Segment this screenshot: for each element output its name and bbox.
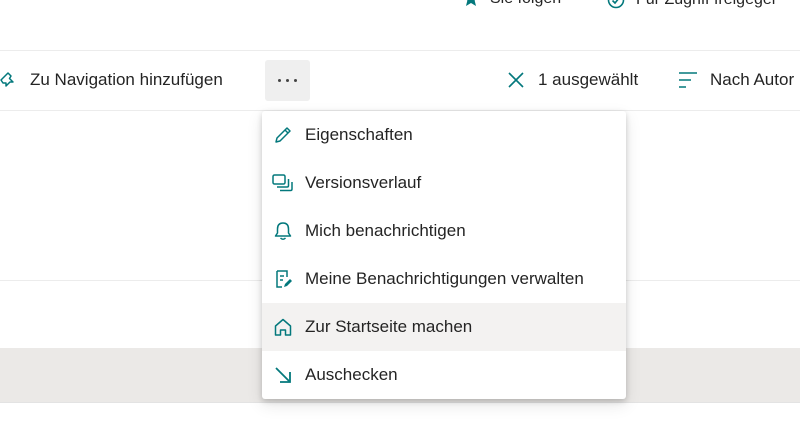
- share-label: Für Zugriff freigeger: [636, 0, 777, 9]
- list-row-divider: [0, 402, 800, 403]
- add-to-navigation-label: Zu Navigation hinzufügen: [30, 70, 223, 89]
- menu-item-alert-me[interactable]: Mich benachrichtigen: [262, 207, 626, 255]
- pin-icon: [0, 68, 20, 92]
- bell-icon: [271, 219, 295, 243]
- versions-icon: [271, 171, 295, 195]
- menu-item-label: Versionsverlauf: [305, 173, 422, 192]
- more-dot-icon: [294, 79, 297, 82]
- checkout-arrow-icon: [271, 363, 295, 387]
- menu-item-label: Mich benachrichtigen: [305, 221, 466, 240]
- share-button[interactable]: Für Zugriff freigeger: [606, 0, 777, 10]
- more-dot-icon: [278, 79, 281, 82]
- more-dot-icon: [286, 79, 289, 82]
- pencil-icon: [271, 123, 295, 147]
- selected-count-label: 1 ausgewählt: [538, 70, 639, 89]
- menu-item-label: Auschecken: [305, 365, 398, 384]
- more-options-menu: Eigenschaften Versionsverlauf Mich benac…: [262, 111, 626, 399]
- home-icon: [271, 315, 295, 339]
- follow-button[interactable]: Sie folgen: [462, 0, 561, 8]
- sort-lines-icon: [676, 68, 700, 92]
- star-icon: [462, 0, 480, 8]
- add-to-navigation-button[interactable]: Zu Navigation hinzufügen: [0, 58, 223, 102]
- menu-item-properties[interactable]: Eigenschaften: [262, 111, 626, 159]
- clear-selection-button[interactable]: 1 ausgewählt: [504, 58, 638, 102]
- menu-item-manage-alerts[interactable]: Meine Benachrichtigungen verwalten: [262, 255, 626, 303]
- more-options-button[interactable]: [265, 60, 310, 101]
- sort-label: Nach Autor: [710, 70, 795, 89]
- share-icon: [606, 0, 626, 10]
- menu-item-check-out[interactable]: Auschecken: [262, 351, 626, 399]
- menu-item-version-history[interactable]: Versionsverlauf: [262, 159, 626, 207]
- menu-item-label: Eigenschaften: [305, 125, 413, 144]
- top-divider: [0, 50, 800, 51]
- follow-label: Sie folgen: [490, 0, 561, 8]
- sort-button[interactable]: Nach Autor: [676, 58, 794, 102]
- menu-item-make-homepage[interactable]: Zur Startseite machen: [262, 303, 626, 351]
- manage-alerts-icon: [271, 267, 295, 291]
- menu-item-label: Zur Startseite machen: [305, 317, 473, 336]
- close-icon: [504, 68, 528, 92]
- menu-item-label: Meine Benachrichtigungen verwalten: [305, 269, 584, 288]
